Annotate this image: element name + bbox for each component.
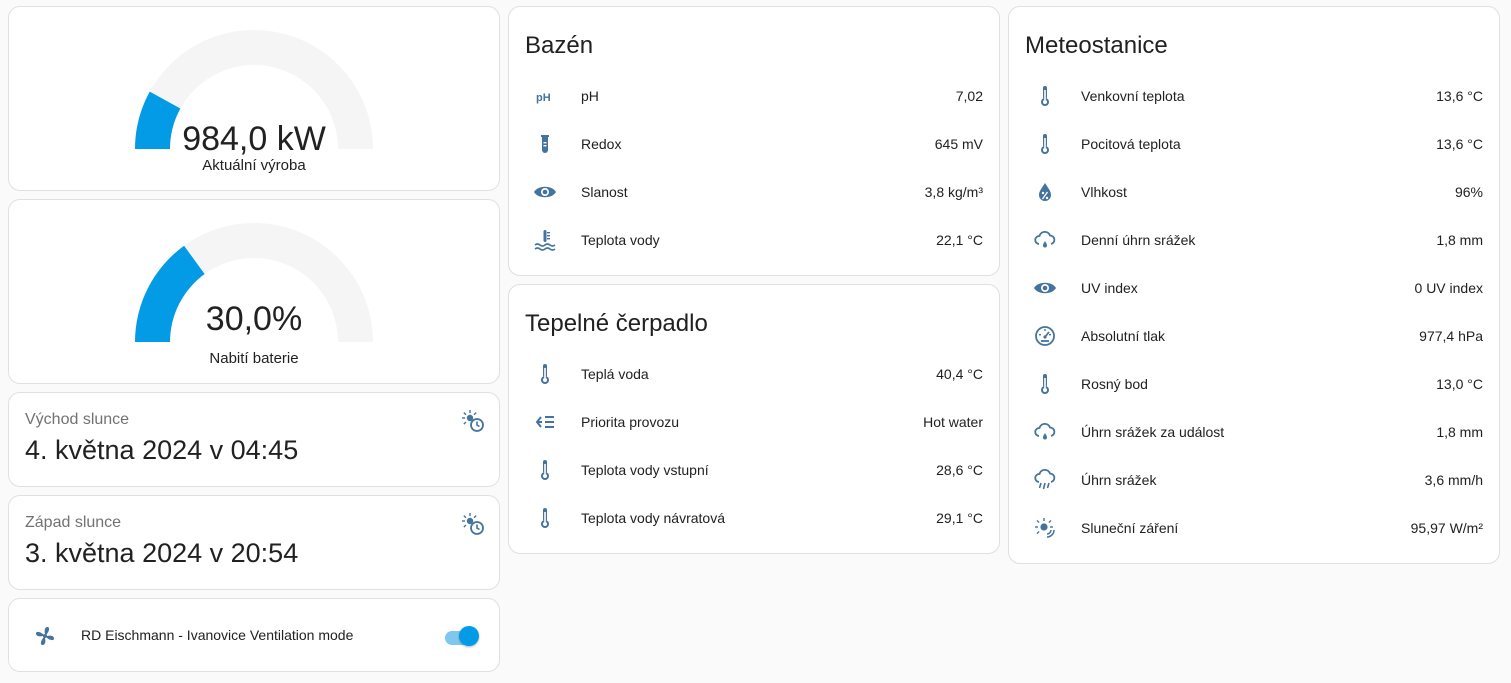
gauge-icon — [1025, 324, 1065, 348]
pool-card: Bazén pH pH 7,02 Redox 645 mV Slanost 3,… — [508, 6, 1000, 276]
sunset-card[interactable]: Západ slunce 3. května 2024 v 20:54 — [8, 495, 500, 590]
entity-value: 645 mV — [934, 136, 983, 152]
entity-row-solar-radiation[interactable]: Sluneční záření 95,97 W/m² — [1025, 508, 1483, 548]
entity-value: 3,8 kg/m³ — [924, 184, 983, 200]
entity-value: 0 UV index — [1414, 280, 1483, 296]
ventilation-card: RD Eischmann - Ivanovice Ventilation mod… — [8, 598, 500, 672]
sunrise-label: Východ slunce — [25, 411, 130, 428]
entity-value: 95,97 W/m² — [1410, 520, 1483, 536]
entity-value: 7,02 — [955, 88, 983, 104]
svg-text:pH: pH — [536, 92, 551, 104]
entity-row-water-inlet-temp[interactable]: Teplota vody vstupní 28,6 °C — [525, 450, 983, 490]
test-tube-icon — [525, 132, 565, 156]
entity-value: 28,6 °C — [936, 462, 983, 478]
priority-list-icon — [525, 410, 565, 434]
ph-icon: pH — [525, 84, 565, 108]
entity-value: 96% — [1454, 184, 1483, 200]
entity-value: 13,6 °C — [1436, 88, 1483, 104]
entity-row-humidity[interactable]: Vlhkost 96% — [1025, 172, 1483, 212]
water-thermometer-icon — [525, 228, 565, 252]
entity-row-pressure[interactable]: Absolutní tlak 977,4 hPa — [1025, 316, 1483, 356]
entity-row-water-temp[interactable]: Teplota vody 22,1 °C — [525, 220, 983, 260]
thermometer-icon — [525, 506, 565, 530]
entity-row-outdoor-temp[interactable]: Venkovní teplota 13,6 °C — [1025, 76, 1483, 116]
thermometer-icon — [525, 362, 565, 386]
eye-icon — [1025, 276, 1065, 300]
card-title: Meteostanice — [1025, 32, 1168, 59]
card-title: Tepelné čerpadlo — [525, 310, 708, 337]
entity-row-feels-like[interactable]: Pocitová teplota 13,6 °C — [1025, 124, 1483, 164]
cloud-rain-icon — [1025, 420, 1065, 444]
heatpump-card: Tepelné čerpadlo Teplá voda 40,4 °C Prio… — [508, 284, 1000, 554]
entity-name: Vlhkost — [1081, 184, 1127, 200]
entity-value: 1,8 mm — [1436, 424, 1483, 440]
entity-name: Redox — [581, 136, 622, 152]
entity-name: Slanost — [581, 184, 628, 200]
entity-row-hot-water[interactable]: Teplá voda 40,4 °C — [525, 354, 983, 394]
entity-name: Rosný bod — [1081, 376, 1148, 392]
entity-row-priority[interactable]: Priorita provozu Hot water — [525, 402, 983, 442]
water-percent-icon — [1025, 180, 1065, 204]
entity-value: 29,1 °C — [936, 510, 983, 526]
entity-row-dew-point[interactable]: Rosný bod 13,0 °C — [1025, 364, 1483, 404]
entity-row-daily-rain[interactable]: Denní úhrn srážek 1,8 mm — [1025, 220, 1483, 260]
cloud-rain-icon — [1025, 228, 1065, 252]
gauge-label: Aktuální výroba — [202, 157, 306, 174]
entity-name: Úhrn srážek za událost — [1081, 424, 1225, 440]
thermometer-icon — [1025, 132, 1065, 156]
sunrise-value: 4. května 2024 v 04:45 — [25, 435, 299, 465]
entity-value: 13,6 °C — [1436, 136, 1483, 152]
entity-row-rain-rate[interactable]: Úhrn srážek 3,6 mm/h — [1025, 460, 1483, 500]
entity-name: pH — [581, 88, 599, 104]
thermometer-icon — [1025, 84, 1065, 108]
entity-name: Pocitová teplota — [1081, 136, 1181, 152]
entity-name: Teplá voda — [581, 366, 649, 382]
gauge-card-production[interactable]: 984,0 kW Aktuální výroba — [8, 6, 500, 191]
entity-value: 13,0 °C — [1436, 376, 1483, 392]
entity-value: 40,4 °C — [936, 366, 983, 382]
entity-value: 3,6 mm/h — [1424, 472, 1483, 488]
entity-name: Úhrn srážek — [1081, 472, 1157, 488]
entity-name: Teplota vody návratová — [581, 510, 725, 526]
sunset-value: 3. května 2024 v 20:54 — [25, 538, 299, 568]
gauge-card-battery[interactable]: 30,0% Nabití baterie — [8, 199, 500, 384]
sun-wireless-icon — [1025, 516, 1065, 540]
ventilation-label: RD Eischmann - Ivanovice Ventilation mod… — [81, 627, 354, 643]
entity-name: Venkovní teplota — [1081, 88, 1185, 104]
meteo-card: Meteostanice Venkovní teplota 13,6 °C Po… — [1008, 6, 1500, 564]
gauge-value: 30,0% — [205, 300, 303, 338]
sunrise-card[interactable]: Východ slunce 4. května 2024 v 04:45 — [8, 392, 500, 487]
thermometer-icon — [525, 458, 565, 482]
entity-row-salinity[interactable]: Slanost 3,8 kg/m³ — [525, 172, 983, 212]
gauge-value: 984,0 kW — [182, 120, 326, 158]
card-title: Bazén — [525, 32, 594, 59]
entity-row-water-return-temp[interactable]: Teplota vody návratová 29,1 °C — [525, 498, 983, 538]
entity-name: Denní úhrn srážek — [1081, 232, 1196, 248]
fan-icon[interactable] — [33, 624, 57, 648]
entity-row-uv-index[interactable]: UV index 0 UV index — [1025, 268, 1483, 308]
entity-name: Sluneční záření — [1081, 520, 1179, 536]
entity-value: Hot water — [923, 414, 983, 430]
ventilation-toggle[interactable] — [443, 626, 479, 646]
entity-row-event-rain[interactable]: Úhrn srážek za událost 1,8 mm — [1025, 412, 1483, 452]
entity-value: 22,1 °C — [936, 232, 983, 248]
weather-pouring-icon — [1025, 468, 1065, 492]
eye-icon — [525, 180, 565, 204]
sun-clock-icon — [462, 410, 484, 432]
sun-clock-icon — [462, 513, 484, 535]
entity-name: UV index — [1081, 280, 1138, 296]
entity-name: Teplota vody vstupní — [581, 462, 709, 478]
entity-value: 977,4 hPa — [1419, 328, 1483, 344]
entity-row-redox[interactable]: Redox 645 mV — [525, 124, 983, 164]
thermometer-icon — [1025, 372, 1065, 396]
entity-name: Teplota vody — [581, 232, 660, 248]
entity-name: Priorita provozu — [581, 414, 680, 430]
sunset-label: Západ slunce — [25, 514, 122, 531]
entity-value: 1,8 mm — [1436, 232, 1483, 248]
entity-name: Absolutní tlak — [1081, 328, 1166, 344]
gauge-label: Nabití baterie — [209, 350, 299, 367]
entity-row-ph[interactable]: pH pH 7,02 — [525, 76, 983, 116]
